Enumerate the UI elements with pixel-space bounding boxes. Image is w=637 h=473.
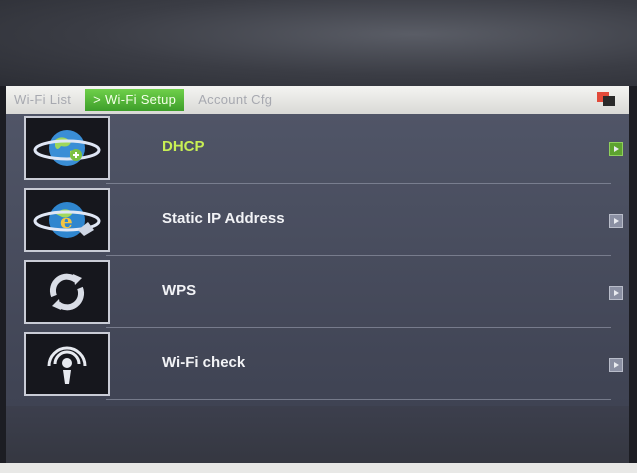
menu-item-dhcp[interactable]: DHCP — [6, 114, 629, 184]
menu-item-label: WPS — [162, 282, 197, 299]
tab-bar: Wi-Fi List > Wi-Fi Setup Account Cfg — [6, 86, 629, 114]
top-bezel — [0, 0, 637, 86]
menu-item-wifi-check[interactable]: Wi-Fi check — [6, 330, 629, 400]
svg-text:e: e — [60, 209, 73, 233]
tab-wifi-list[interactable]: Wi-Fi List — [6, 89, 79, 111]
tab-account-cfg[interactable]: Account Cfg — [190, 89, 280, 111]
chevron-right-icon — [609, 142, 623, 156]
menu-item-static-ip[interactable]: e Static IP Address — [6, 186, 629, 256]
menu-item-label: Wi-Fi check — [162, 354, 246, 371]
flag-icon — [597, 92, 615, 106]
bottom-strip — [0, 463, 637, 473]
globe-orbit-icon — [24, 116, 110, 180]
globe-ie-icon: e — [24, 188, 110, 252]
menu-item-label: Static IP Address — [162, 210, 285, 227]
tab-wifi-setup[interactable]: > Wi-Fi Setup — [85, 89, 185, 111]
wifi-setup-menu: DHCP e Static IP Address WPS Wi-Fi check — [6, 114, 629, 406]
chevron-right-icon — [609, 214, 623, 228]
broadcast-icon — [24, 332, 110, 396]
menu-item-wps[interactable]: WPS — [6, 258, 629, 328]
menu-item-label: DHCP — [162, 138, 205, 155]
chevron-right-icon — [609, 358, 623, 372]
refresh-circle-icon — [24, 260, 110, 324]
right-bezel — [629, 86, 637, 473]
chevron-right-icon — [609, 286, 623, 300]
